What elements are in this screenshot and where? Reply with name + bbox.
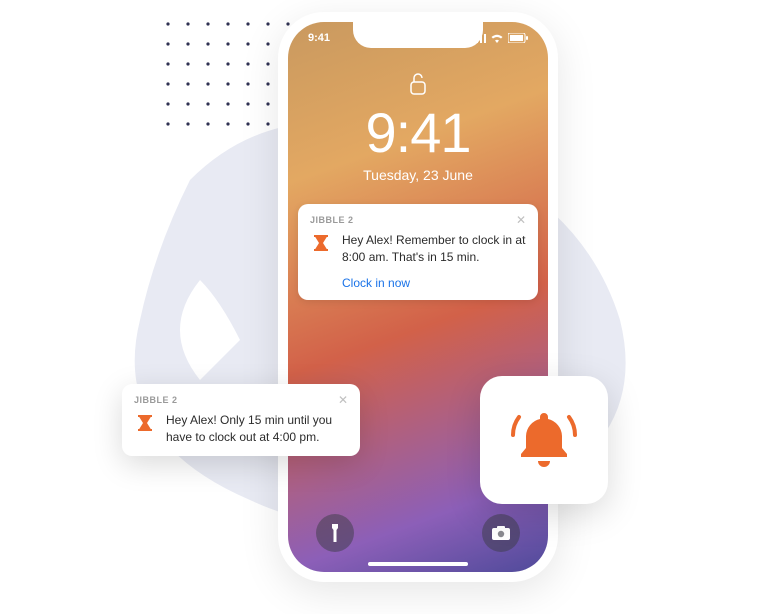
camera-button[interactable]: [482, 514, 520, 552]
camera-icon: [492, 526, 510, 540]
notification-message: Hey Alex! Remember to clock in at 8:00 a…: [342, 232, 526, 266]
wifi-icon: [490, 33, 504, 43]
alert-bell-card: [480, 376, 608, 504]
battery-icon: [508, 33, 528, 43]
jibble-app-icon: [134, 412, 156, 434]
notification-clock-in[interactable]: JIBBLE 2 ✕ Hey Alex! Remember to clock i…: [298, 204, 538, 300]
status-time: 9:41: [308, 32, 330, 44]
flashlight-icon: [328, 524, 342, 542]
bell-ringing-icon: [505, 401, 583, 479]
close-icon[interactable]: ✕: [516, 214, 526, 226]
notification-app-name: JIBBLE 2: [310, 215, 354, 225]
phone-notch: [353, 22, 483, 48]
jibble-app-icon: [310, 232, 332, 254]
lock-open-icon: [409, 72, 427, 101]
clock-in-now-link[interactable]: Clock in now: [342, 276, 526, 290]
lockscreen-time: 9:41: [288, 100, 548, 165]
notification-message: Hey Alex! Only 15 min until you have to …: [166, 412, 348, 446]
flashlight-button[interactable]: [316, 514, 354, 552]
notification-app-name: JIBBLE 2: [134, 395, 178, 405]
lockscreen-clock: 9:41 Tuesday, 23 June: [288, 100, 548, 183]
notification-clock-out[interactable]: JIBBLE 2 ✕ Hey Alex! Only 15 min until y…: [122, 384, 360, 456]
lockscreen-date: Tuesday, 23 June: [288, 167, 548, 183]
close-icon[interactable]: ✕: [338, 394, 348, 406]
home-indicator[interactable]: [368, 562, 468, 566]
